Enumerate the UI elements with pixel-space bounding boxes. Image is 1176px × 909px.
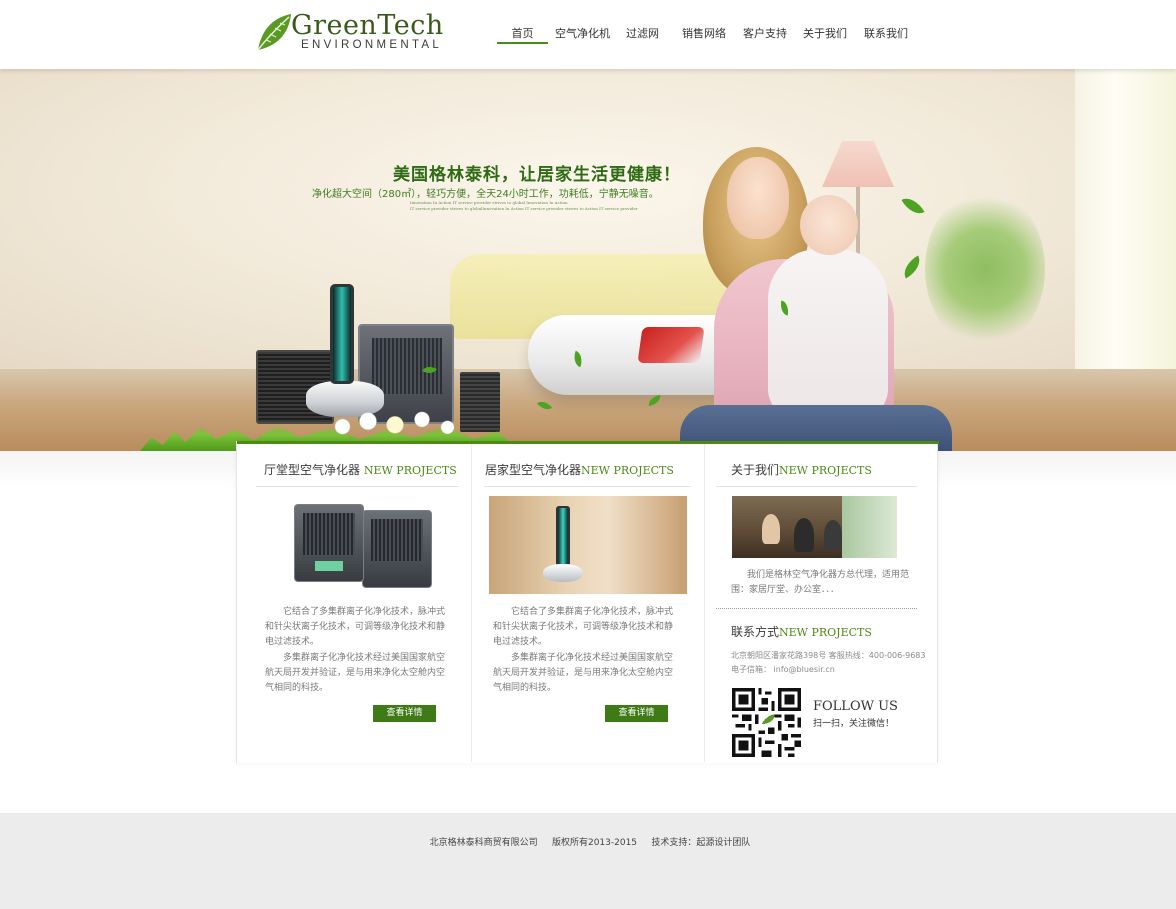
qr-code-icon[interactable]	[732, 688, 801, 757]
hall-section-title: 厅堂型空气净化器 NEW PROJECTS	[264, 463, 457, 477]
footer-copyright: 版权所有2013-2015	[551, 838, 638, 848]
footer-support-link[interactable]: 技术支持：起源设计团队	[651, 838, 750, 848]
banner-window	[1075, 69, 1176, 389]
section-divider	[716, 486, 917, 487]
section-divider	[256, 486, 459, 487]
hall-detail-button[interactable]: 查看详情	[373, 705, 436, 722]
footer-info: 北京格林泰科商贸有限公司 版权所有2013-2015 技术支持：起源设计团队	[0, 835, 1176, 848]
panel-accent-line	[237, 441, 939, 444]
hero-banner: 美国格林泰科，让居家生活更健康！ 净化超大空间（280㎡），轻巧方便，全天24小…	[0, 69, 1176, 451]
banner-title: 美国格林泰科，让居家生活更健康！	[393, 165, 681, 185]
about-office-image[interactable]	[732, 496, 897, 558]
nav-item-home[interactable]: 首页	[495, 25, 550, 43]
banner-pillow	[637, 327, 705, 363]
content-panel	[236, 441, 939, 763]
brand-logo[interactable]: GreenTech ENVIRONMENTAL	[255, 10, 465, 56]
baby-image-body	[768, 249, 888, 419]
contact-section-title: 联系方式NEW PROJECTS	[731, 625, 872, 639]
column-divider	[704, 444, 705, 762]
nav-active-indicator	[497, 42, 548, 44]
banner-en-line-1: Innovation In Action IT service provider…	[410, 200, 568, 205]
home-section-title: 居家型空气净化器NEW PROJECTS	[485, 463, 674, 477]
contact-email: 电子信箱： info@bluesir.cn	[731, 665, 835, 674]
hall-purifier-image[interactable]	[292, 500, 434, 588]
baby-image-head	[800, 195, 858, 255]
site-header: GreenTech ENVIRONMENTAL 首页 空气净化机 过滤网 销售网…	[0, 0, 1176, 69]
nav-item-sales-network[interactable]: 销售网络	[682, 25, 726, 43]
brand-name: GreenTech	[291, 10, 444, 41]
follow-us-label: FOLLOW US	[813, 699, 898, 714]
purifier-image-uv-tube	[330, 284, 354, 384]
home-detail-button[interactable]: 查看详情	[605, 705, 668, 722]
nav-item-about[interactable]: 关于我们	[803, 25, 847, 43]
nav-item-filter[interactable]: 过滤网	[626, 25, 659, 43]
nav-item-support[interactable]: 客户支持	[743, 25, 787, 43]
column-divider	[471, 444, 472, 762]
leaf-logo-icon	[257, 14, 291, 51]
hall-description: 它结合了多集群离子化净化技术，脉冲式和针尖状离子化技术，可调等级净化技术和静电过…	[265, 607, 446, 693]
woman-image-face	[727, 157, 789, 239]
nav-item-contact[interactable]: 联系我们	[864, 25, 908, 43]
dotted-divider	[716, 608, 917, 609]
nav-item-air-purifier[interactable]: 空气净化机	[555, 25, 610, 43]
section-divider	[484, 486, 691, 487]
home-description: 它结合了多集群离子化净化技术，脉冲式和针尖状离子化技术，可调等级净化技术和静电过…	[493, 607, 674, 693]
footer-company: 北京格林泰科商贸有限公司	[429, 838, 538, 848]
site-footer: 北京格林泰科商贸有限公司 版权所有2013-2015 技术支持：起源设计团队	[0, 813, 1176, 909]
banner-en-line-2: IT service provider strives to globalInn…	[410, 206, 638, 211]
home-purifier-image[interactable]	[489, 496, 687, 594]
about-section-title: 关于我们NEW PROJECTS	[731, 463, 872, 477]
contact-address: 北京朝阳区潘家花路398号 客服热线：400-006-9683	[731, 651, 926, 660]
about-description: 我们是格林空气净化器方总代理，适用范围：家居厅堂、办公室．．．	[731, 570, 910, 595]
brand-tagline: ENVIRONMENTAL	[301, 39, 443, 51]
banner-flowers	[320, 405, 470, 441]
banner-plant	[925, 189, 1045, 349]
banner-subtitle: 净化超大空间（280㎡），轻巧方便，全天24小时工作，功耗低，宁静无噪音。	[312, 189, 659, 200]
follow-us-sublabel: 扫一扫，关注微信！	[813, 719, 895, 729]
